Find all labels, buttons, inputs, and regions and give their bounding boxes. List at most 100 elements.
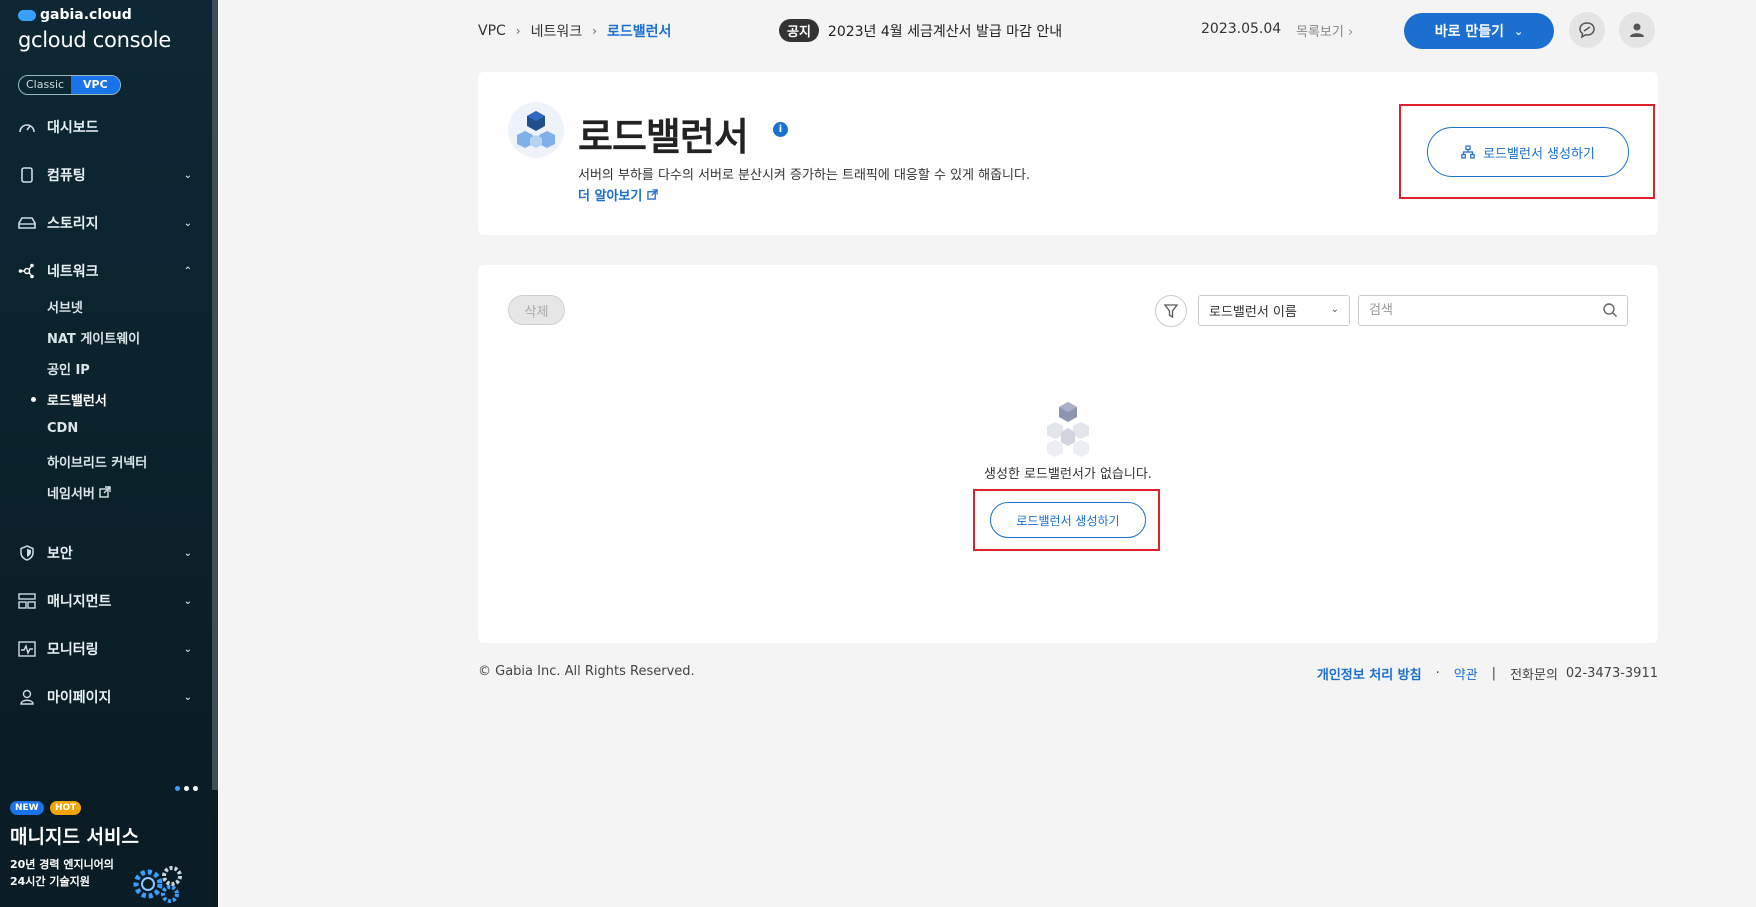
- brand-small: gabia.cloud: [18, 7, 132, 23]
- sidebar-item-dashboard[interactable]: 대시보드: [0, 107, 212, 147]
- new-badge: NEW: [10, 801, 44, 815]
- toggle-vpc[interactable]: VPC: [71, 76, 120, 94]
- copyright: © Gabia Inc. All Rights Reserved.: [478, 664, 695, 679]
- sidebar-item-monitoring[interactable]: 모니터링 ⌄: [0, 629, 212, 669]
- toggle-classic[interactable]: Classic: [19, 76, 71, 94]
- chevron-up-icon: ⌃: [183, 265, 192, 277]
- create-button-label: 로드밸런서 생성하기: [1483, 146, 1595, 162]
- footer-divider: |: [1491, 666, 1497, 681]
- breadcrumb-network[interactable]: 네트워크: [531, 21, 583, 41]
- sidebar-sub-hybrid-connector[interactable]: 하이브리드 커넥터: [47, 452, 147, 471]
- sidebar-item-mypage[interactable]: 마이페이지 ⌄: [0, 677, 212, 717]
- promo-desc-line2: 24시간 기술지원: [10, 875, 90, 888]
- search-input[interactable]: [1359, 296, 1589, 325]
- breadcrumb: VPC › 네트워크 › 로드밸런서: [478, 21, 671, 41]
- phone-number: 02-3473-3911: [1565, 666, 1658, 681]
- chevron-down-icon: ⌄: [183, 643, 192, 655]
- sidebar-sub-label: 로드밸런서: [47, 394, 107, 409]
- quick-create-label: 바로 만들기: [1434, 24, 1505, 40]
- sidebar-sub-label: 네임서버: [47, 487, 95, 502]
- sidebar-item-management[interactable]: 매니지먼트 ⌄: [0, 581, 212, 621]
- chevron-right-icon: ›: [592, 24, 597, 38]
- page-title: 로드밸런서: [578, 115, 749, 159]
- promo-desc-line1: 20년 경력 엔지니어의: [10, 858, 114, 871]
- terms-link[interactable]: 약관: [1454, 664, 1478, 683]
- sidebar-item-label: 네트워크: [47, 264, 99, 280]
- page-header-card: 로드밸런서 i 서버의 부하를 다수의 서버로 분산시켜 증가하는 트래픽에 대…: [478, 72, 1658, 235]
- filter-select-value: 로드밸런서 이름: [1209, 305, 1297, 320]
- sidebar-sub-nat-gateway[interactable]: NAT 게이트웨이: [47, 328, 140, 347]
- monitor-icon: [18, 641, 36, 657]
- sidebar-sub-subnet[interactable]: 서브넷: [47, 297, 83, 316]
- filter-icon: [1163, 304, 1179, 319]
- brand-main-light: console: [92, 28, 171, 52]
- hot-badge: HOT: [50, 801, 82, 815]
- sidebar-item-label: 매니지먼트: [47, 594, 112, 610]
- sidebar-item-storage[interactable]: 스토리지 ⌄: [0, 203, 212, 243]
- topbar: VPC › 네트워크 › 로드밸런서 공지 2023년 4월 세금계산서 발급 …: [218, 0, 1756, 60]
- promo-desc: 20년 경력 엔지니어의 24시간 기술지원: [10, 856, 130, 890]
- learn-more-link[interactable]: 더 알아보기: [578, 185, 658, 204]
- breadcrumb-current: 로드밸런서: [606, 24, 672, 40]
- notice-list-link[interactable]: 목록보기 ›: [1296, 21, 1353, 40]
- empty-state-text: 생성한 로드밸런서가 없습니다.: [984, 467, 1152, 482]
- profile-button[interactable]: [1619, 12, 1655, 48]
- active-dot-icon: [31, 397, 36, 402]
- quick-create-button[interactable]: 바로 만들기 ⌄: [1404, 13, 1554, 49]
- sidebar-item-network[interactable]: 네트워크 ⌃: [0, 251, 212, 291]
- chevron-down-icon: ⌄: [183, 169, 192, 181]
- sidebar-item-label: 마이페이지: [47, 690, 112, 706]
- chevron-down-icon: ⌄: [183, 691, 192, 703]
- chip-icon: [18, 167, 36, 183]
- filter-select[interactable]: 로드밸런서 이름 ⌄: [1198, 295, 1350, 326]
- privacy-policy-link[interactable]: 개인정보 처리 방침: [1317, 664, 1422, 683]
- external-link-icon: [647, 189, 658, 200]
- chevron-down-icon: ⌄: [1514, 24, 1524, 38]
- brand-small-text: gabia.cloud: [40, 7, 132, 23]
- hierarchy-icon: [1461, 145, 1475, 159]
- chat-icon: [1579, 22, 1595, 39]
- management-icon: [18, 593, 36, 609]
- chevron-down-icon: ⌄: [183, 595, 192, 607]
- chevron-right-icon: ›: [1347, 25, 1354, 40]
- info-icon[interactable]: i: [773, 122, 788, 137]
- page-description: 서버의 부하를 다수의 서버로 분산시켜 증가하는 트래픽에 대응할 수 있게 …: [578, 168, 1031, 183]
- sidebar-sub-cdn[interactable]: CDN: [47, 421, 78, 436]
- learn-more-label: 더 알아보기: [578, 189, 643, 204]
- chat-button[interactable]: [1569, 12, 1605, 48]
- notice[interactable]: 공지 2023년 4월 세금계산서 발급 마감 안내: [779, 19, 1062, 42]
- sidebar-item-security[interactable]: 보안 ⌄: [0, 533, 212, 573]
- sidebar-item-computing[interactable]: 컴퓨팅 ⌄: [0, 155, 212, 195]
- notice-date: 2023.05.04: [1201, 21, 1282, 37]
- chevron-down-icon: ⌄: [1330, 304, 1339, 315]
- create-load-balancer-empty-button[interactable]: 로드밸런서 생성하기: [990, 502, 1146, 538]
- promo-banner[interactable]: NEW HOT 매니지드 서비스 20년 경력 엔지니어의 24시간 기술지원: [0, 766, 212, 907]
- notice-tag: 공지: [779, 19, 819, 42]
- create-load-balancer-button[interactable]: 로드밸런서 생성하기: [1427, 127, 1629, 177]
- search-box: [1358, 295, 1628, 326]
- dashboard-icon: [18, 119, 36, 135]
- sidebar-scrollbar[interactable]: [212, 0, 218, 790]
- breadcrumb-vpc[interactable]: VPC: [478, 23, 506, 39]
- promo-title: 매니지드 서비스: [10, 826, 139, 848]
- sidebar-sub-public-ip[interactable]: 공인 IP: [47, 359, 90, 378]
- sidebar: gabia.cloud gcloud console Classic VPC 대…: [0, 0, 218, 907]
- user-icon: [1630, 23, 1644, 37]
- sidebar-sub-load-balancer[interactable]: 로드밸런서: [31, 390, 107, 409]
- search-icon[interactable]: [1602, 302, 1618, 318]
- load-balancer-list-card: 삭제 로드밸런서 이름 ⌄ 생성한 로드밸런서가 없습니다. 로드밸런서 생성하…: [478, 265, 1658, 643]
- chevron-down-icon: ⌄: [183, 547, 192, 559]
- phone-label: 전화문의: [1510, 668, 1558, 683]
- chevron-right-icon: ›: [515, 24, 521, 38]
- storage-icon: [18, 215, 36, 231]
- carousel-dots[interactable]: [175, 786, 198, 791]
- sidebar-sub-nameserver[interactable]: 네임서버: [47, 483, 112, 502]
- brand-main-bold: gcloud: [18, 28, 87, 52]
- filter-button[interactable]: [1155, 295, 1187, 327]
- external-link-icon: [99, 486, 112, 501]
- sidebar-item-label: 대시보드: [47, 120, 99, 136]
- delete-button[interactable]: 삭제: [508, 295, 565, 325]
- brand-main[interactable]: gcloud console: [18, 28, 171, 52]
- notice-text[interactable]: 2023년 4월 세금계산서 발급 마감 안내: [828, 21, 1062, 41]
- sidebar-item-label: 컴퓨팅: [47, 168, 86, 184]
